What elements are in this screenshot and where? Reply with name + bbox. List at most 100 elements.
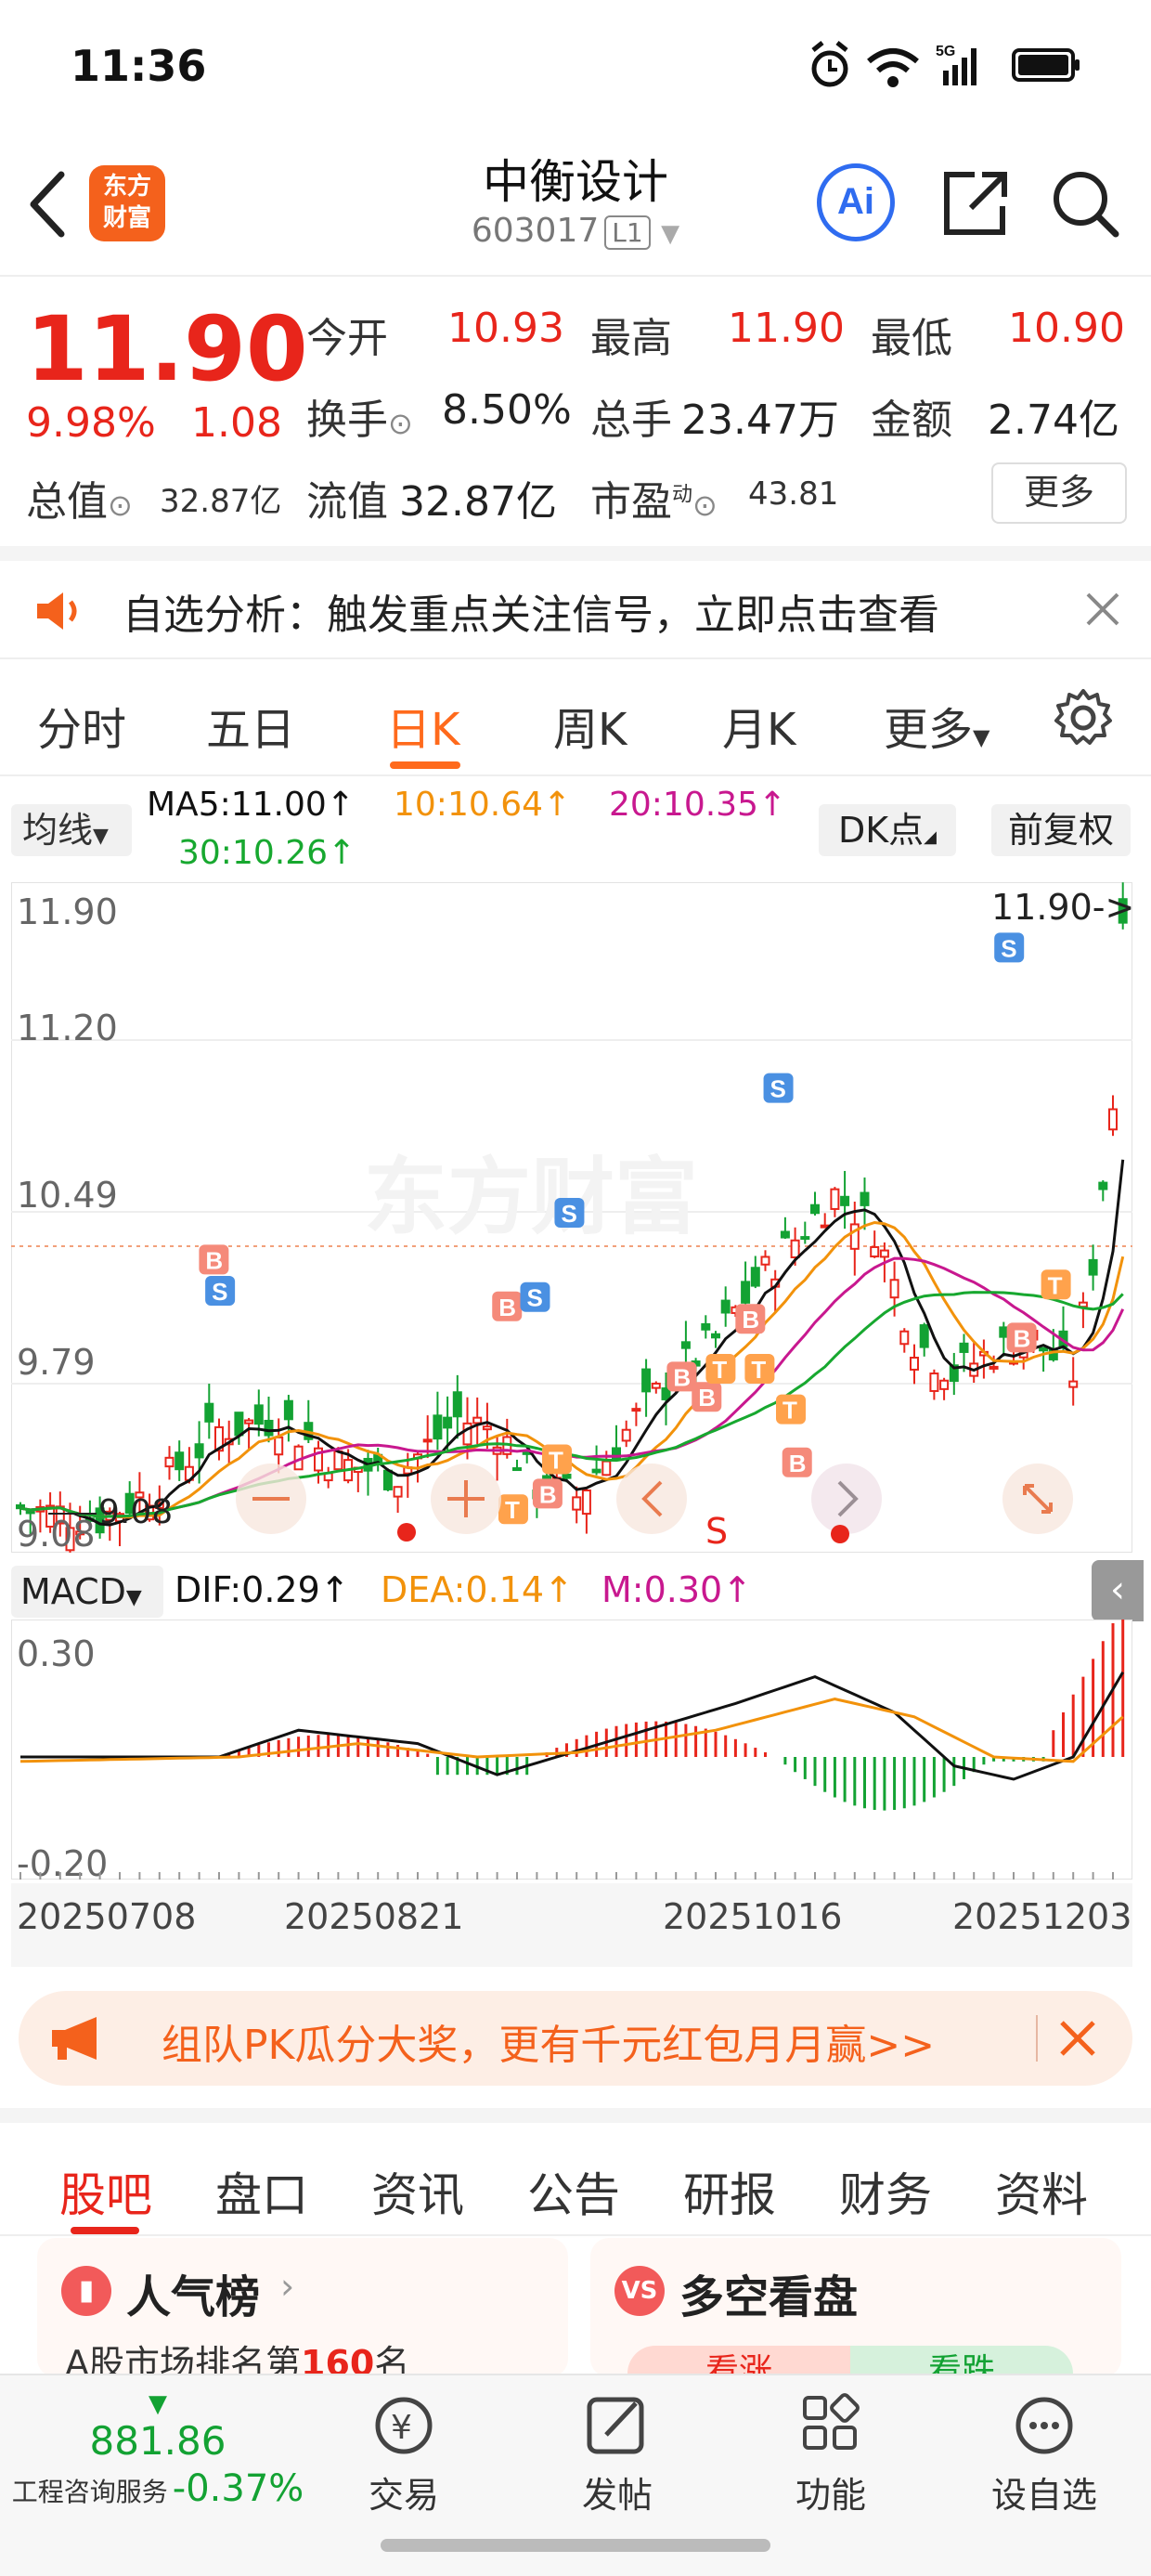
nav-functions[interactable]: 功能 <box>761 2392 900 2517</box>
tab-five-day[interactable]: 五日 <box>206 693 295 758</box>
sentiment-title: 多空看盘 <box>679 2271 859 2323</box>
macd-y-top: 0.30 <box>17 1633 96 1674</box>
popularity-card[interactable]: ▮ 人气榜 › A股市场排名第160名 <box>37 2238 568 2377</box>
bear-button[interactable]: 看跌 <box>850 2346 1073 2377</box>
dk-point-button[interactable]: DK点◢ <box>819 804 956 856</box>
tab-daily-k[interactable]: 日K <box>386 693 459 758</box>
macd-chart[interactable]: 0.30 -0.20 <box>10 1605 1133 1884</box>
signal-marker-b[interactable]: B <box>1006 1322 1037 1353</box>
index-name: 工程咨询服务 <box>11 2477 168 2507</box>
signal-marker-s[interactable]: S <box>520 1281 550 1312</box>
tab-forum[interactable]: 股吧 <box>59 2158 152 2225</box>
ma5-value: MA5:11.00↑ <box>147 786 355 824</box>
gear-icon[interactable] <box>1053 687 1114 748</box>
tab-weekly-k[interactable]: 周K <box>553 693 627 758</box>
promo-banner[interactable]: 组队PK瓜分大奖，更有千元红包月月赢>> <box>19 1991 1132 2086</box>
tab-financials[interactable]: 财务 <box>839 2158 932 2225</box>
zoom-in-button[interactable] <box>431 1464 501 1534</box>
signal-marker-t[interactable]: T <box>705 1354 736 1384</box>
svg-text:T: T <box>782 1397 797 1425</box>
search-icon[interactable] <box>1049 163 1123 241</box>
ma-selector[interactable]: 均线▼ <box>11 804 132 856</box>
turnover-label: 换手⊙ <box>306 397 413 444</box>
signal-marker-t[interactable]: T <box>498 1494 528 1525</box>
nav-trade-label: 交易 <box>368 2475 439 2516</box>
signal-marker-t[interactable]: T <box>1041 1269 1071 1300</box>
tab-monthly-k[interactable]: 月K <box>722 693 795 758</box>
quote-panel: 11.90 9.98% 1.08 总值⊙ 32.87亿 今开 10.93 最高 … <box>0 277 1151 561</box>
notice-bar[interactable]: 自选分析：触发重点关注信号，立即点击查看 <box>0 561 1151 659</box>
amount-value: 2.74亿 <box>988 397 1119 444</box>
signal-marker-b[interactable]: B <box>532 1478 563 1509</box>
nav-functions-label: 功能 <box>795 2475 866 2516</box>
fullscreen-icon[interactable] <box>1002 1464 1073 1534</box>
scroll-right-button[interactable] <box>811 1464 882 1534</box>
candle <box>293 1444 304 1471</box>
nav-add-watchlist[interactable]: 设自选 <box>975 2392 1114 2517</box>
tab-more[interactable]: 更多▼ <box>884 693 989 758</box>
sector-index[interactable]: ▼ 881.86 工程咨询服务 -0.37% <box>0 2390 316 2510</box>
tab-news[interactable]: 资讯 <box>371 2158 464 2225</box>
share-icon[interactable] <box>938 163 1012 241</box>
period-tabs: 分时 五日 日K 周K 月K 更多▼ <box>0 659 1151 776</box>
kline-chart[interactable]: 东方财富 BSBSSSSBBTBTTBTTBBT 11.90 11.20 10.… <box>10 881 1134 1577</box>
signal-marker-t[interactable]: T <box>542 1444 572 1475</box>
svg-text:B: B <box>789 1450 807 1477</box>
date-label-4: 20251203 <box>952 1896 1132 1937</box>
watermark: 东方财富 <box>364 1149 698 1246</box>
vs-icon: VS <box>614 2266 665 2316</box>
tab-research[interactable]: 研报 <box>683 2158 776 2225</box>
signal-marker-s[interactable]: S <box>994 932 1025 963</box>
indicator-selector[interactable]: MACD▼ <box>11 1566 163 1618</box>
nav-post[interactable]: 发帖 <box>548 2392 687 2517</box>
pe-value: 43.81 <box>748 475 839 513</box>
volume-value: 23.47万 <box>681 397 839 444</box>
divider <box>1036 2015 1038 2062</box>
svg-text:S: S <box>561 1200 576 1228</box>
signal-marker-b[interactable]: B <box>492 1291 523 1321</box>
close-icon[interactable] <box>1082 589 1123 630</box>
dif-value: DIF:0.29↑ <box>175 1569 350 1610</box>
tab-announcements[interactable]: 公告 <box>527 2158 620 2225</box>
svg-text:S: S <box>1001 934 1016 962</box>
down-arrow-icon: ▼ <box>149 2390 167 2418</box>
bull-button[interactable]: 看涨 <box>627 2346 850 2377</box>
nav-trade[interactable]: ¥ 交易 <box>334 2392 473 2517</box>
signal-marker-b[interactable]: B <box>199 1244 229 1275</box>
signal-marker-b[interactable]: B <box>782 1447 812 1477</box>
svg-text:S: S <box>526 1284 542 1312</box>
popularity-title: 人气榜 <box>126 2271 261 2323</box>
change-percent: 9.98% <box>26 399 156 447</box>
signal-marker-s[interactable]: S <box>554 1198 585 1228</box>
event-dot <box>831 1525 849 1543</box>
tab-intraday[interactable]: 分时 <box>37 693 126 758</box>
more-dots-icon <box>1015 2397 1073 2454</box>
ma10-value: 10:10.64↑ <box>394 786 572 824</box>
signal-marker-b[interactable]: B <box>692 1382 722 1412</box>
more-button[interactable]: 更多 <box>991 462 1127 524</box>
signal-marker-b[interactable]: B <box>735 1304 766 1334</box>
scroll-left-button[interactable] <box>616 1464 687 1534</box>
adjust-button[interactable]: 前复权 <box>991 804 1131 856</box>
nav-add-watchlist-label: 设自选 <box>990 2475 1097 2516</box>
signal-marker-s[interactable]: S <box>763 1073 794 1103</box>
alarm-icon <box>811 41 848 87</box>
info-icon: ⊙ <box>388 406 413 441</box>
macd-svg: 0.30 -0.20 <box>10 1605 1133 1884</box>
close-icon[interactable] <box>1056 2017 1099 2060</box>
high-value: 11.90 <box>728 305 845 352</box>
tab-profile[interactable]: 资料 <box>995 2158 1088 2225</box>
info-icon: ⊙ <box>108 488 133 523</box>
svg-text:T: T <box>505 1496 520 1524</box>
signal-marker-t[interactable]: T <box>744 1354 775 1384</box>
sentiment-card[interactable]: VS 多空看盘 看涨 看跌 <box>590 2238 1121 2377</box>
caret-down-icon: ▼ <box>973 724 990 750</box>
collapse-panel-button[interactable]: ‹ <box>1092 1560 1144 1621</box>
tab-order-book[interactable]: 盘口 <box>215 2158 308 2225</box>
zoom-out-button[interactable] <box>236 1464 306 1534</box>
float-cap-label: 流值 <box>306 478 388 526</box>
signal-marker-s[interactable]: S <box>205 1276 236 1306</box>
index-value: 881.86 <box>89 2418 226 2464</box>
ai-button[interactable]: Ai <box>817 163 895 241</box>
signal-marker-t[interactable]: T <box>776 1394 806 1425</box>
